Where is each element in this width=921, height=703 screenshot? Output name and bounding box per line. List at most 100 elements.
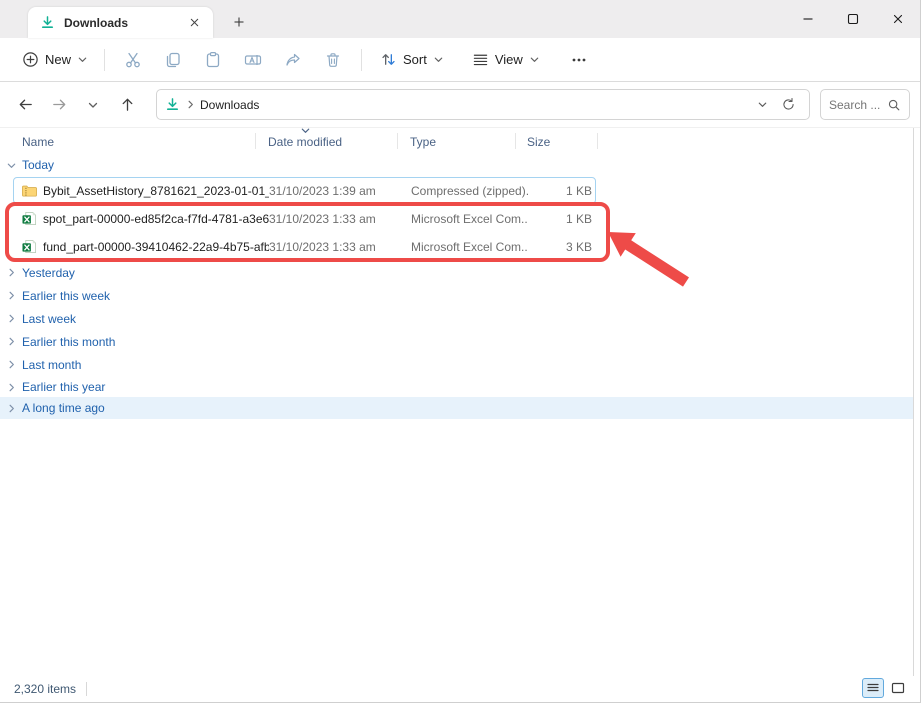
tab-title: Downloads xyxy=(64,16,183,30)
paste-button[interactable] xyxy=(193,45,233,75)
view-icon xyxy=(472,51,489,68)
up-button[interactable] xyxy=(110,89,144,121)
file-row-fund-csv[interactable]: fund_part-00000-39410462-22a9-4b75-afb1-… xyxy=(13,233,596,260)
cut-button[interactable] xyxy=(113,45,153,75)
delete-button[interactable] xyxy=(313,45,353,75)
excel-icon xyxy=(21,239,43,254)
group-label: A long time ago xyxy=(22,401,105,415)
column-headers: Name Date modified Type Size xyxy=(0,128,913,154)
breadcrumb[interactable]: Downloads xyxy=(200,98,259,112)
group-header-earlier-this-year[interactable]: Earlier this year xyxy=(0,376,913,398)
new-plus-icon xyxy=(22,51,39,68)
sort-button[interactable]: Sort xyxy=(372,45,452,74)
group-header-yesterday[interactable]: Yesterday xyxy=(0,261,913,284)
column-divider[interactable] xyxy=(515,133,516,149)
recent-locations-button[interactable] xyxy=(76,89,110,121)
minimize-button[interactable] xyxy=(785,0,830,38)
file-name: Bybit_AssetHistory_8781621_2023-01-01_20… xyxy=(43,184,269,198)
forward-icon xyxy=(51,96,68,113)
file-row-spot-csv[interactable]: spot_part-00000-ed85f2ca-f7fd-4781-a3e6-… xyxy=(13,205,596,232)
more-options-button[interactable] xyxy=(562,45,596,75)
view-button[interactable]: View xyxy=(464,45,548,74)
column-divider[interactable] xyxy=(597,133,598,149)
share-button[interactable] xyxy=(273,45,313,75)
tab-close-icon[interactable] xyxy=(183,12,205,34)
new-button[interactable]: New xyxy=(14,45,96,74)
status-bar: 2,320 items xyxy=(0,676,921,702)
file-size: 3 KB xyxy=(528,240,594,254)
excel-icon xyxy=(21,211,43,226)
tab-downloads[interactable]: Downloads xyxy=(28,7,213,38)
large-icons-view-button[interactable] xyxy=(887,678,909,698)
group-label: Last month xyxy=(22,358,81,372)
chevron-right-icon xyxy=(6,359,17,370)
column-divider[interactable] xyxy=(255,133,256,149)
back-button[interactable] xyxy=(8,89,42,121)
address-dropdown-button[interactable] xyxy=(749,92,775,118)
file-date: 31/10/2023 1:39 am xyxy=(269,184,411,198)
file-size: 1 KB xyxy=(528,184,594,198)
column-divider[interactable] xyxy=(397,133,398,149)
group-header-earlier-this-month[interactable]: Earlier this month xyxy=(0,330,913,353)
toolbar-divider xyxy=(104,49,105,71)
share-icon xyxy=(284,51,302,69)
chevron-down-icon xyxy=(6,160,17,171)
sort-icon xyxy=(380,51,397,68)
file-type: Microsoft Excel Com... xyxy=(411,240,528,254)
search-input[interactable] xyxy=(829,98,885,112)
navigation-bar: Downloads xyxy=(0,82,920,128)
chevron-down-icon xyxy=(87,99,99,111)
chevron-down-icon xyxy=(757,99,768,110)
command-toolbar: New Sort View xyxy=(0,38,920,82)
items-count: 2,320 items xyxy=(14,682,76,696)
column-header-size[interactable]: Size xyxy=(527,135,550,149)
download-icon xyxy=(40,15,55,30)
up-icon xyxy=(119,96,136,113)
group-header-last-week[interactable]: Last week xyxy=(0,307,913,330)
back-icon xyxy=(17,96,34,113)
group-label: Earlier this month xyxy=(22,335,115,349)
chevron-down-icon xyxy=(529,54,540,65)
column-header-type[interactable]: Type xyxy=(410,135,436,149)
file-explorer-window: Downloads New Sort View xyxy=(0,0,921,703)
copy-button[interactable] xyxy=(153,45,193,75)
column-header-date-modified[interactable]: Date modified xyxy=(268,135,342,149)
chevron-right-icon xyxy=(6,267,17,278)
chevron-down-icon xyxy=(433,54,444,65)
file-row-bybit-zip[interactable]: Bybit_AssetHistory_8781621_2023-01-01_20… xyxy=(13,177,596,204)
close-button[interactable] xyxy=(875,0,920,38)
file-list-area: Name Date modified Type Size Today Bybit… xyxy=(0,128,920,677)
view-button-label: View xyxy=(495,52,523,67)
toolbar-divider xyxy=(361,49,362,71)
group-label: Yesterday xyxy=(22,266,75,280)
refresh-button[interactable] xyxy=(775,92,801,118)
tab-bar: Downloads xyxy=(0,0,920,38)
group-header-earlier-this-week[interactable]: Earlier this week xyxy=(0,284,913,307)
delete-icon xyxy=(324,51,342,69)
file-type: Compressed (zipped)... xyxy=(411,184,528,198)
sort-button-label: Sort xyxy=(403,52,427,67)
chevron-right-icon xyxy=(6,290,17,301)
search-box[interactable] xyxy=(820,89,910,120)
rename-button[interactable] xyxy=(233,45,273,75)
view-toggles xyxy=(862,678,909,698)
status-divider xyxy=(86,682,87,696)
chevron-right-icon xyxy=(185,99,196,110)
more-icon xyxy=(570,51,588,69)
address-bar[interactable]: Downloads xyxy=(156,89,810,120)
column-header-name[interactable]: Name xyxy=(22,135,54,149)
details-view-button[interactable] xyxy=(862,678,884,698)
file-name: fund_part-00000-39410462-22a9-4b75-afb1-… xyxy=(43,240,269,254)
new-tab-button[interactable] xyxy=(226,10,252,34)
forward-button[interactable] xyxy=(42,89,76,121)
file-date: 31/10/2023 1:33 am xyxy=(269,212,411,226)
maximize-button[interactable] xyxy=(830,0,875,38)
details-view-icon xyxy=(866,682,880,694)
group-header-a-long-time-ago[interactable]: A long time ago xyxy=(0,397,913,419)
group-header-today[interactable]: Today xyxy=(0,154,913,176)
window-controls xyxy=(785,0,920,38)
download-icon xyxy=(165,97,180,112)
group-label: Earlier this week xyxy=(22,289,110,303)
group-header-last-month[interactable]: Last month xyxy=(0,353,913,376)
group-label: Last week xyxy=(22,312,76,326)
